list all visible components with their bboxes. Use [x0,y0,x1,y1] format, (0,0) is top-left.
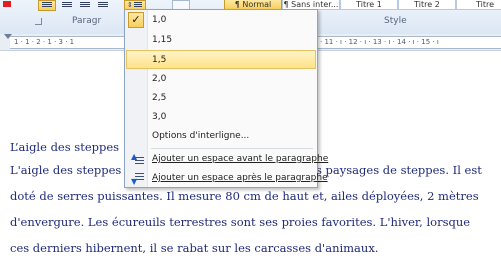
spacing-option-label: 1,15 [152,35,173,45]
style-title[interactable]: Titre [456,0,501,10]
add-space-before-label: Ajouter un espace avant le paragraphe [152,154,329,164]
line-spacing-arrow-icon: ⇕ [127,1,133,9]
doc-line-1-tail: s paysages de steppes. Il est [316,163,482,177]
font-color-button[interactable] [0,0,18,11]
spacing-option-label: 1,0 [152,15,167,25]
doc-line-3: d'envergure. Les écureuils terrestres so… [10,215,471,229]
spacing-option-1-5[interactable]: 1,5 [126,50,316,69]
spacing-option-3-0[interactable]: 3,0 [126,108,316,127]
add-space-after-label: Ajouter un espace après le paragraphe [152,173,328,183]
style-heading-1[interactable]: Titre 1 [340,0,398,10]
doc-title-line: L’aigle des steppes [10,140,120,154]
doc-line-4: ces derniers hibernent, il se rabat sur … [10,241,379,255]
font-dialog-launcher-icon[interactable] [35,18,42,25]
checkmark-icon: ✓ [128,12,144,28]
add-space-before-item[interactable]: ▲ Ajouter un espace avant le paragraphe [126,150,328,169]
add-space-after-item[interactable]: ▼ Ajouter un espace après le paragraphe [126,169,328,188]
spacing-option-label: 3,0 [152,112,167,122]
spacing-option-label: 1,5 [152,55,167,65]
spacing-option-2-5[interactable]: 2,5 [126,89,316,108]
ruler-left-segment: 1 · 1 · 2 · 1 · 3 · 1 [10,36,128,49]
justify-icon [98,2,108,8]
style-heading-2[interactable]: Titre 2 [398,0,456,10]
spacing-option-label: 2,5 [152,93,167,103]
style-group-label: Style [384,16,407,26]
spacing-option-label: 2,0 [152,74,167,84]
spacing-option-1-0[interactable]: ✓ 1,0 [126,11,316,30]
ruler-right-segment: · 11 · ı · 12 · ı · 13 · ı · 14 · ı · 15… [316,36,501,49]
font-color-icon [3,1,11,7]
spacing-option-2-0[interactable]: 2,0 [126,70,316,89]
justify-button[interactable] [94,0,112,11]
align-center-button[interactable] [58,0,76,11]
line-spacing-menu: ✓ 1,0 1,15 1,5 2,0 2,5 3,0 Options d'int… [124,9,328,188]
spacing-option-1-15[interactable]: 1,15 [126,31,316,50]
align-left-button[interactable] [38,0,56,11]
line-spacing-options-label: Options d'interligne... [152,131,250,141]
doc-line-2: doté de serres puissantes. Il mesure 80 … [10,189,479,203]
line-spacing-options-item[interactable]: Options d'interligne... [126,127,316,146]
line-spacing-icon [134,2,142,8]
space-before-icon: ▲ [131,153,144,166]
menu-separator [151,148,313,149]
align-right-button[interactable] [76,0,94,11]
space-after-icon: ▼ [131,172,144,186]
paragraph-group-label: Paragr [72,16,102,26]
doc-line-1: L'aigle des steppes [10,163,122,177]
align-right-icon [80,2,90,8]
align-center-icon [62,2,72,8]
align-left-icon [42,2,52,8]
